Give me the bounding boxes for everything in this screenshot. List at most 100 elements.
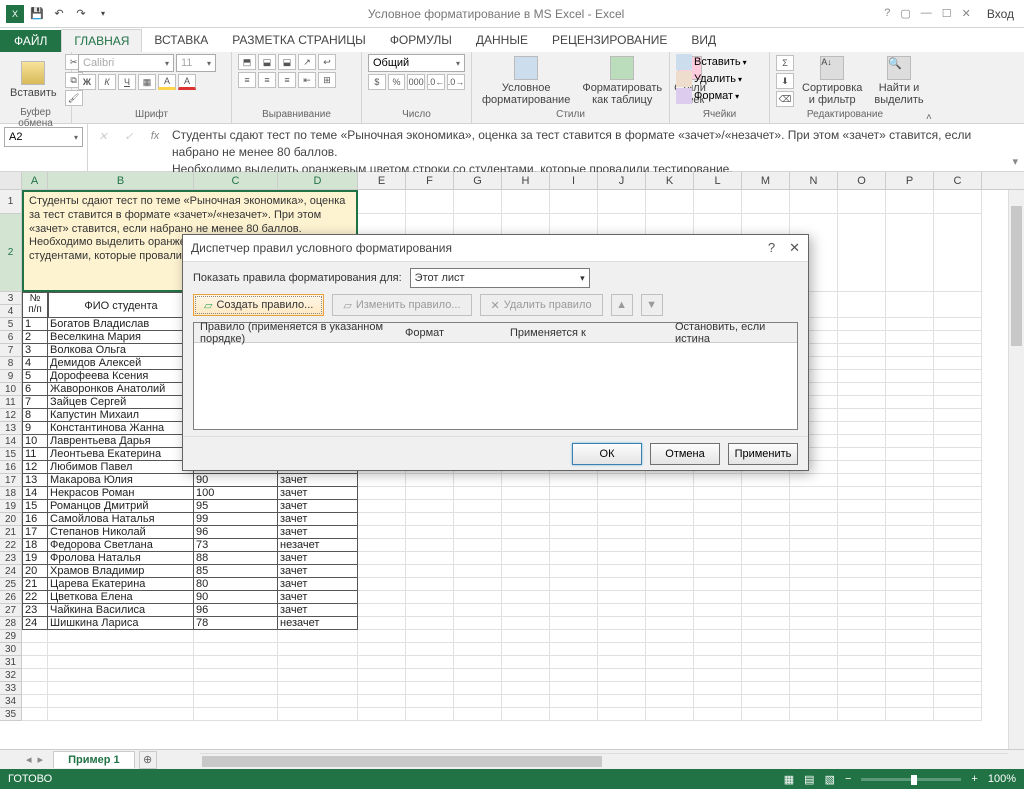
cell[interactable] — [694, 539, 742, 552]
row-header-24[interactable]: 24 — [0, 565, 22, 578]
cell[interactable] — [406, 487, 454, 500]
cell[interactable] — [598, 630, 646, 643]
col-header-P[interactable]: P — [886, 172, 934, 189]
cell[interactable] — [598, 656, 646, 669]
cell[interactable] — [406, 591, 454, 604]
cell[interactable] — [790, 513, 838, 526]
header-fio[interactable]: ФИО студента — [48, 292, 194, 318]
cell[interactable] — [502, 578, 550, 591]
cell[interactable]: 96 — [194, 526, 278, 539]
cell[interactable]: 12 — [22, 461, 48, 474]
cell[interactable]: Храмов Владимир — [48, 565, 194, 578]
cell[interactable] — [550, 682, 598, 695]
col-header-M[interactable]: M — [742, 172, 790, 189]
cell[interactable] — [454, 552, 502, 565]
rules-list[interactable]: Правило (применяется в указанном порядке… — [193, 322, 798, 430]
cell[interactable] — [406, 695, 454, 708]
cell[interactable] — [886, 487, 934, 500]
cell[interactable] — [694, 669, 742, 682]
col-header-I[interactable]: I — [550, 172, 598, 189]
align-bottom-icon[interactable]: ⬓ — [278, 54, 296, 70]
cell[interactable]: Самойлова Наталья — [48, 513, 194, 526]
cell[interactable] — [934, 344, 982, 357]
cell[interactable] — [886, 409, 934, 422]
cell[interactable] — [838, 474, 886, 487]
cell[interactable] — [550, 604, 598, 617]
cell[interactable] — [502, 513, 550, 526]
cell[interactable] — [598, 604, 646, 617]
underline-button[interactable]: Ч — [118, 74, 136, 90]
cell[interactable] — [790, 695, 838, 708]
cell[interactable]: Степанов Николай — [48, 526, 194, 539]
cell[interactable] — [886, 617, 934, 630]
cell[interactable] — [358, 643, 406, 656]
cell[interactable]: 14 — [22, 487, 48, 500]
dec-decimal-icon[interactable]: .0→ — [447, 74, 465, 90]
inc-decimal-icon[interactable]: .0← — [427, 74, 445, 90]
cell[interactable] — [838, 552, 886, 565]
row-header-2[interactable]: 2 — [0, 214, 22, 292]
cell[interactable] — [790, 552, 838, 565]
cell[interactable] — [742, 190, 790, 214]
cell[interactable] — [694, 617, 742, 630]
comma-icon[interactable]: 000 — [407, 74, 425, 90]
number-format-combo[interactable]: Общий▾ — [368, 54, 465, 72]
cell[interactable] — [838, 630, 886, 643]
cell[interactable] — [454, 487, 502, 500]
cell[interactable] — [838, 190, 886, 214]
cell[interactable]: Капустин Михаил — [48, 409, 194, 422]
cell[interactable] — [358, 604, 406, 617]
cell[interactable] — [886, 591, 934, 604]
cell[interactable] — [790, 604, 838, 617]
cell[interactable] — [48, 669, 194, 682]
cell[interactable] — [886, 565, 934, 578]
cell[interactable] — [934, 617, 982, 630]
row-header-5[interactable]: 5 — [0, 318, 22, 331]
cell[interactable] — [694, 708, 742, 721]
cell[interactable] — [886, 578, 934, 591]
cell[interactable] — [454, 578, 502, 591]
cell[interactable]: 90 — [194, 591, 278, 604]
cell[interactable] — [454, 500, 502, 513]
cell[interactable] — [406, 708, 454, 721]
bold-button[interactable]: Ж — [78, 74, 96, 90]
cell[interactable] — [742, 578, 790, 591]
align-center-icon[interactable]: ≡ — [258, 72, 276, 88]
cell[interactable] — [934, 461, 982, 474]
cell[interactable] — [598, 526, 646, 539]
cell[interactable]: Любимов Павел — [48, 461, 194, 474]
cell[interactable] — [934, 552, 982, 565]
cell[interactable] — [358, 190, 406, 214]
cell[interactable] — [886, 669, 934, 682]
cell[interactable] — [694, 487, 742, 500]
cell[interactable] — [742, 474, 790, 487]
close-icon[interactable]: ✕ — [962, 7, 971, 21]
cell[interactable] — [838, 292, 886, 318]
cell[interactable] — [358, 617, 406, 630]
cell[interactable]: зачет — [278, 526, 358, 539]
cell[interactable] — [454, 708, 502, 721]
cell[interactable] — [550, 617, 598, 630]
cell[interactable] — [838, 344, 886, 357]
cell[interactable] — [550, 190, 598, 214]
cell[interactable] — [550, 487, 598, 500]
cell[interactable] — [838, 461, 886, 474]
cell[interactable] — [694, 500, 742, 513]
row-header-9[interactable]: 9 — [0, 370, 22, 383]
cell[interactable] — [838, 591, 886, 604]
dialog-help-icon[interactable]: ? — [768, 240, 775, 256]
cell[interactable] — [454, 656, 502, 669]
cell[interactable] — [358, 487, 406, 500]
cell[interactable] — [358, 630, 406, 643]
row-header-22[interactable]: 22 — [0, 539, 22, 552]
cell[interactable] — [694, 695, 742, 708]
cell[interactable] — [48, 695, 194, 708]
cell[interactable] — [886, 630, 934, 643]
row-header-26[interactable]: 26 — [0, 591, 22, 604]
cell[interactable] — [194, 643, 278, 656]
row-header-20[interactable]: 20 — [0, 513, 22, 526]
cell[interactable] — [646, 474, 694, 487]
cell[interactable]: 16 — [22, 513, 48, 526]
cell[interactable] — [598, 578, 646, 591]
cell[interactable] — [646, 513, 694, 526]
